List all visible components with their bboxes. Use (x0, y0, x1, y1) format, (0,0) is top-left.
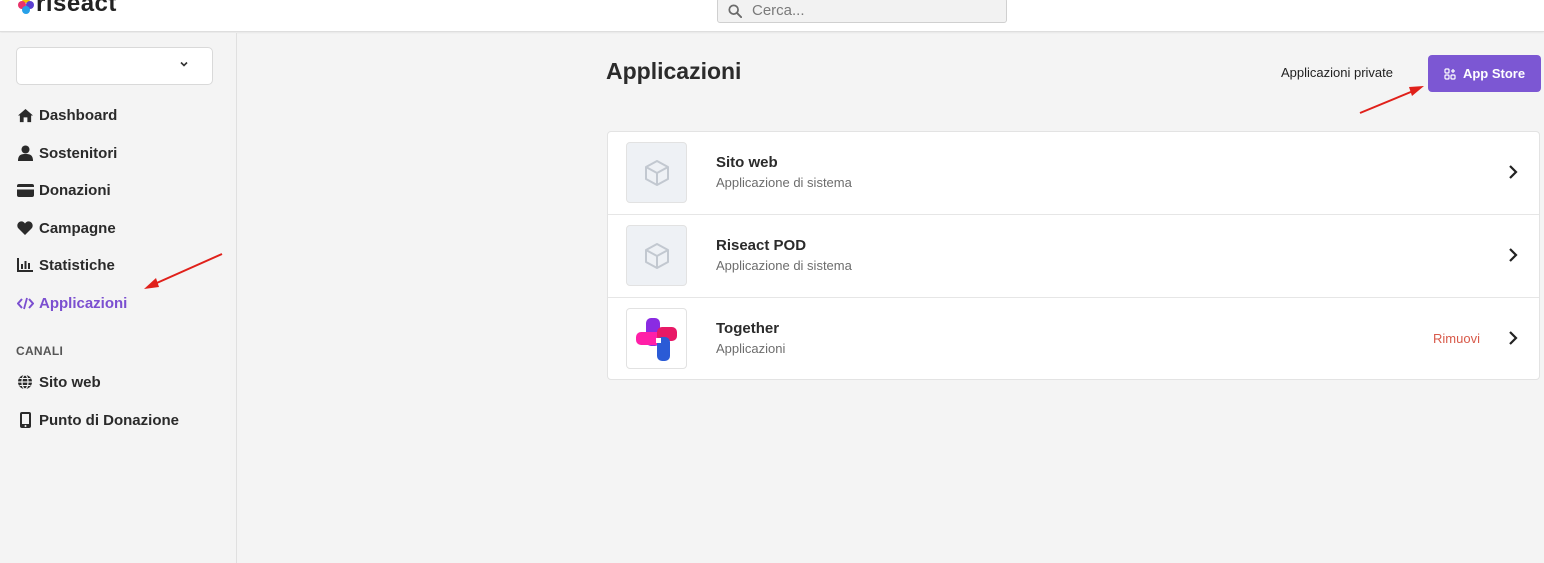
channels-section-label: CANALI (16, 344, 64, 358)
heart-icon (16, 219, 34, 237)
home-icon (16, 106, 34, 124)
sidebar-item-applicazioni[interactable]: Applicazioni (16, 291, 127, 315)
page-title: Applicazioni (606, 58, 742, 84)
app-list: Sito web Applicazione di sistema Riseact… (607, 131, 1540, 380)
sidebar-item-label: Punto di Donazione (39, 411, 179, 429)
sidebar-item-label: Dashboard (39, 106, 118, 124)
app-name: Together (716, 320, 780, 337)
chevron-right-icon (1509, 248, 1518, 262)
search-icon (728, 3, 742, 18)
sidebar-item-label: Sostenitori (39, 144, 118, 162)
sidebar-item-donazioni[interactable]: Donazioni (16, 178, 111, 202)
sidebar-item-punto-di-donazione[interactable]: Punto di Donazione (16, 408, 179, 432)
credit-card-icon (16, 181, 34, 199)
sidebar-item-label: Applicazioni (39, 294, 128, 312)
app-thumbnail (626, 142, 687, 203)
organization-select[interactable] (16, 47, 213, 85)
app-store-button[interactable]: App Store (1428, 55, 1541, 92)
private-apps-link[interactable]: Applicazioni private (1281, 65, 1393, 80)
sidebar-item-dashboard[interactable]: Dashboard (16, 103, 117, 127)
sidebar-item-campagne[interactable]: Campagne (16, 216, 116, 240)
app-row-together[interactable]: Together Applicazioni Rimuovi (608, 298, 1539, 381)
app-store-button-label: App Store (1462, 66, 1526, 81)
sidebar-item-label: Campagne (39, 219, 116, 237)
sidebar-item-label: Sito web (39, 373, 101, 391)
app-thumbnail (626, 308, 687, 369)
riseact-logo-icon (16, 0, 34, 15)
app-name: Sito web (716, 154, 778, 171)
sidebar-item-statistiche[interactable]: Statistiche (16, 253, 115, 277)
cube-icon (644, 159, 669, 186)
mobile-icon (16, 411, 34, 429)
user-icon (16, 144, 34, 162)
app-thumbnail (626, 225, 687, 286)
code-icon (16, 294, 34, 312)
brand-name: riseact (36, 0, 117, 17)
search-input[interactable] (752, 2, 992, 19)
app-row-riseact-pod[interactable]: Riseact POD Applicazione di sistema (608, 215, 1539, 298)
app-subtitle: Applicazione di sistema (716, 258, 852, 273)
app-subtitle: Applicazioni (716, 341, 786, 356)
bar-chart-icon (16, 256, 34, 274)
globe-icon (16, 373, 34, 391)
annotation-arrow-appstore (1359, 86, 1424, 114)
sidebar-item-sito-web[interactable]: Sito web (16, 370, 101, 394)
app-subtitle: Applicazione di sistema (716, 175, 852, 190)
brand-logo[interactable]: riseact (16, 0, 117, 16)
apps-grid-icon (1444, 67, 1456, 80)
cube-icon (644, 242, 669, 269)
sidebar-item-label: Statistiche (39, 256, 115, 274)
chevron-right-icon (1509, 331, 1518, 345)
together-logo-icon (635, 317, 677, 361)
chevron-right-icon (1509, 165, 1518, 179)
sidebar-item-sostenitori[interactable]: Sostenitori (16, 141, 117, 165)
search-bar[interactable] (717, 0, 1007, 23)
remove-app-button[interactable]: Rimuovi (1433, 331, 1480, 346)
top-bar: riseact (0, 0, 1544, 32)
app-row-sito-web[interactable]: Sito web Applicazione di sistema (608, 132, 1539, 215)
sidebar: Dashboard Sostenitori Donazioni Campagne… (0, 33, 237, 563)
app-name: Riseact POD (716, 237, 807, 254)
chevron-down-icon (180, 61, 188, 67)
sidebar-item-label: Donazioni (39, 181, 111, 199)
